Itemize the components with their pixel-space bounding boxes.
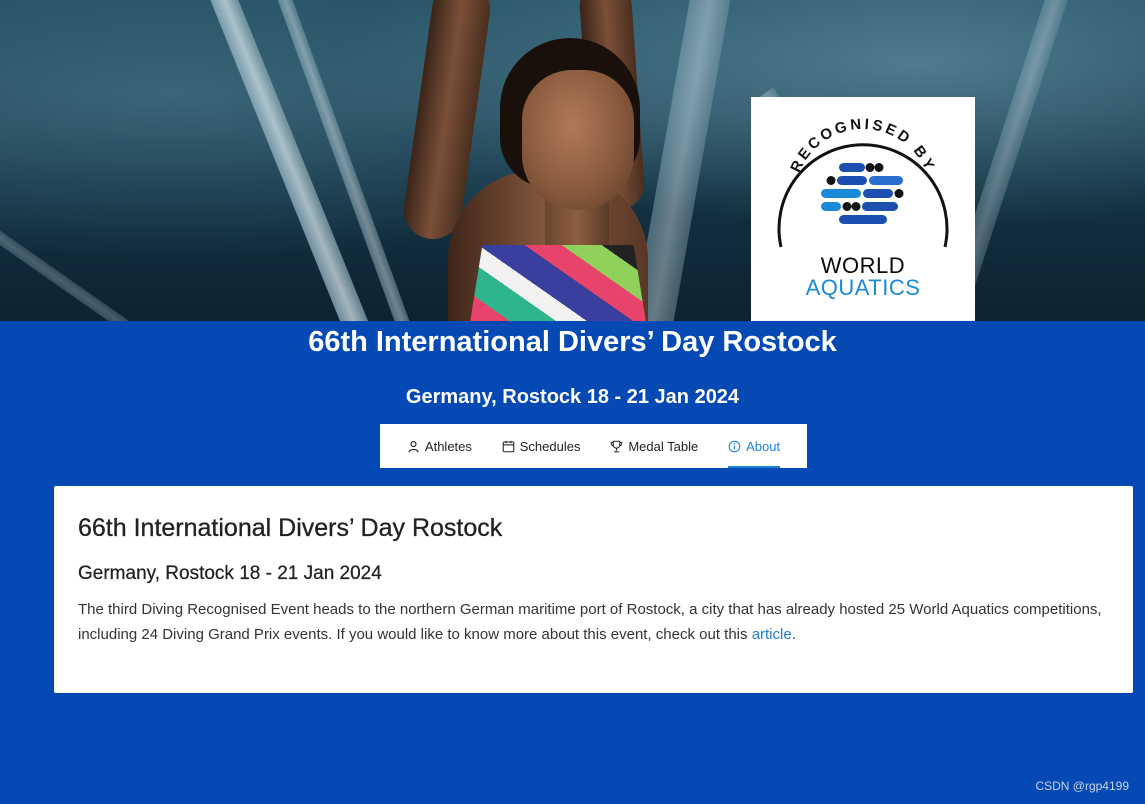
about-card: 66th International Divers’ Day Rostock G… — [54, 486, 1133, 693]
tab-athletes[interactable]: Athletes — [407, 424, 472, 468]
about-title: 66th International Divers’ Day Rostock — [78, 514, 503, 542]
calendar-icon — [502, 440, 515, 452]
watermark: CSDN @rgp4199 — [1035, 779, 1129, 793]
article-link[interactable]: article — [752, 626, 792, 643]
diver-swimsuit — [468, 245, 648, 321]
event-tabs: Athletes Schedules Medal Table About — [380, 424, 807, 468]
event-subtitle: Germany, Rostock 18 - 21 Jan 2024 — [405, 386, 740, 408]
info-icon — [728, 440, 741, 452]
world-aquatics-logo[interactable]: RECOGNISED BY WORLD AQUATICS — [751, 97, 975, 321]
platform-beam — [0, 179, 173, 321]
tab-label: Athletes — [424, 438, 472, 454]
diver-face — [522, 70, 634, 210]
about-body-text: The third Diving Recognised Event heads … — [78, 601, 1102, 643]
tab-medal-table[interactable]: Medal Table — [610, 424, 698, 468]
platform-beam — [202, 0, 384, 321]
tab-about[interactable]: About — [728, 424, 780, 468]
logo-text-aquatics: AQUATICS — [805, 275, 921, 300]
hero-banner: RECOGNISED BY WORLD AQUATICS — [0, 0, 1145, 321]
about-subtitle: Germany, Rostock 18 - 21 Jan 2024 — [78, 563, 382, 584]
about-body-end: . — [791, 626, 796, 643]
trophy-icon — [611, 440, 623, 452]
about-description: The third Diving Recognised Event heads … — [78, 597, 1109, 647]
tab-schedules[interactable]: Schedules — [502, 424, 581, 468]
person-icon — [408, 440, 419, 452]
event-title: 66th International Divers’ Day Rostock — [308, 326, 837, 358]
tab-label: About — [746, 438, 781, 454]
tab-label: Schedules — [519, 438, 581, 454]
tab-label: Medal Table — [628, 438, 699, 454]
